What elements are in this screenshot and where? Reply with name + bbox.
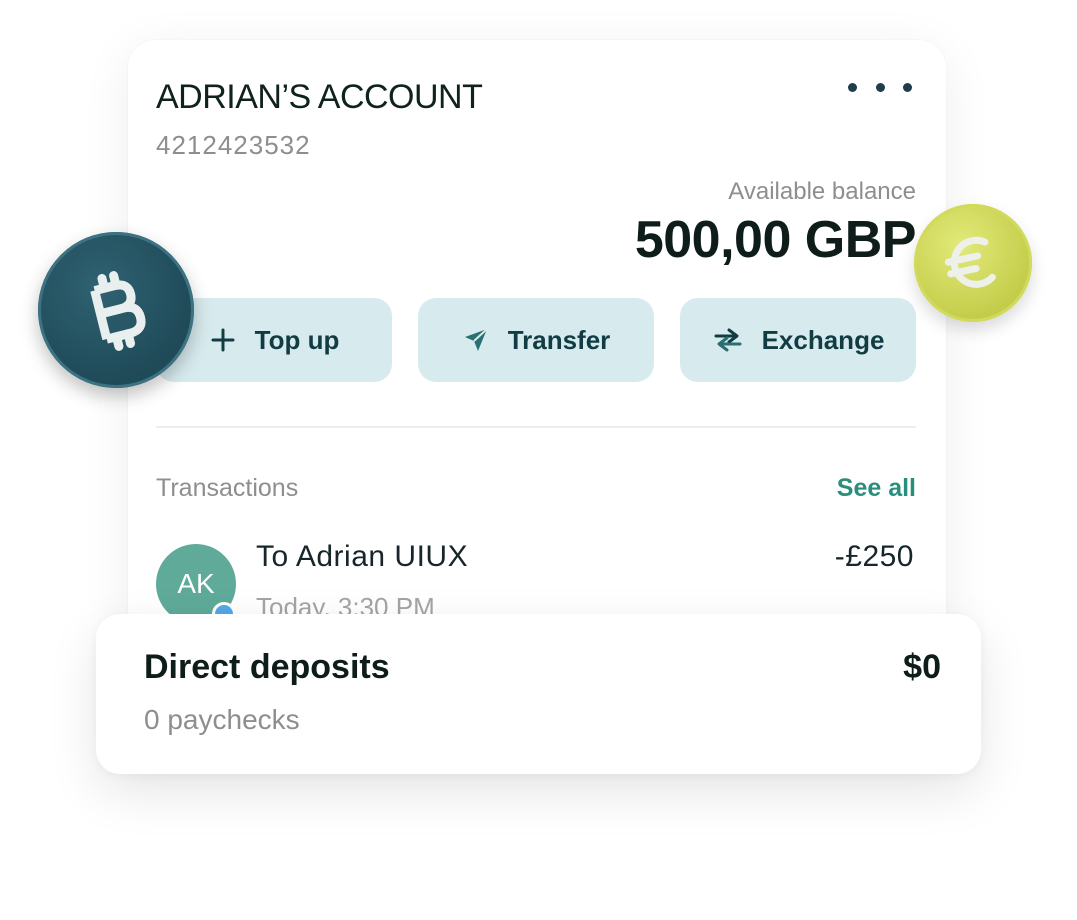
send-icon — [462, 326, 490, 354]
direct-deposits-amount: $0 — [903, 648, 941, 686]
transaction-amount: -£250 — [834, 540, 914, 573]
plus-icon — [209, 326, 237, 354]
more-dot — [903, 82, 912, 92]
direct-deposits-title: Direct deposits — [144, 648, 390, 686]
direct-deposits-subtitle: 0 paychecks — [144, 704, 300, 735]
balance-value: 500,00 GBP — [634, 211, 917, 269]
euro-coin-icon — [914, 204, 1032, 322]
more-dot — [875, 82, 885, 92]
see-all-link[interactable]: See all — [837, 474, 916, 503]
bitcoin-coin-icon — [38, 232, 194, 388]
more-options-button[interactable] — [848, 74, 912, 100]
transactions-label: Transactions — [156, 474, 299, 502]
action-buttons: Top up Transfer Exchange — [156, 298, 916, 382]
transfer-button[interactable]: Transfer — [418, 298, 654, 382]
swap-icon — [712, 326, 744, 354]
direct-deposits-card[interactable]: Direct deposits 0 paychecks $0 — [96, 614, 981, 774]
divider — [156, 426, 916, 428]
transfer-label: Transfer — [507, 324, 611, 355]
exchange-label: Exchange — [761, 324, 885, 355]
account-number: 4212423532 — [156, 130, 311, 160]
account-title: ADRIAN’S ACCOUNT — [156, 78, 483, 116]
balance-label: Available balance — [728, 178, 916, 205]
transaction-name: To Adrian UIUX — [256, 540, 469, 573]
more-horizontal-icon — [848, 82, 857, 92]
exchange-button[interactable]: Exchange — [680, 298, 916, 382]
top-up-label: Top up — [254, 324, 340, 355]
